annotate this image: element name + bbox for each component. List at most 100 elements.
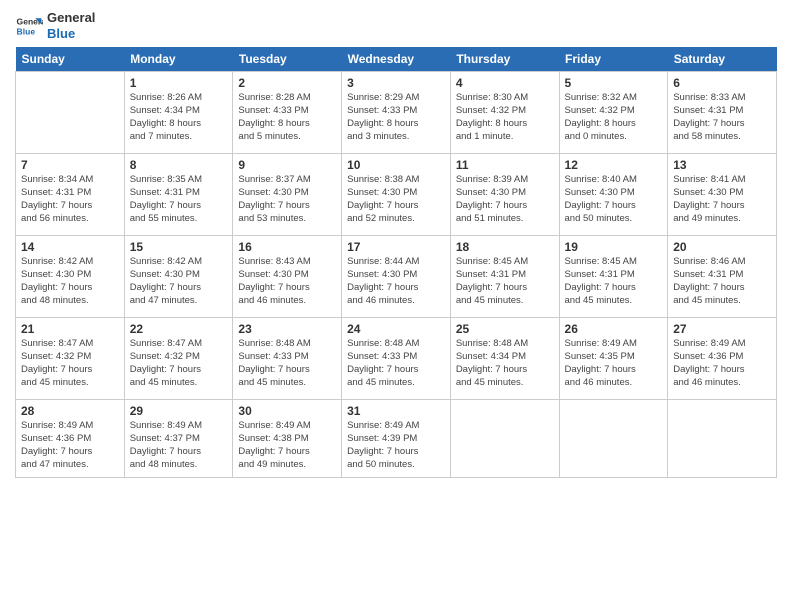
day-number: 23 (238, 322, 336, 336)
page-container: General Blue General Blue SundayMondayTu… (0, 0, 792, 483)
day-number: 9 (238, 158, 336, 172)
logo: General Blue General Blue (15, 10, 95, 41)
day-cell: 17Sunrise: 8:44 AMSunset: 4:30 PMDayligh… (342, 236, 451, 318)
day-number: 11 (456, 158, 554, 172)
day-number: 1 (130, 76, 228, 90)
day-number: 12 (565, 158, 663, 172)
col-header-monday: Monday (124, 47, 233, 72)
day-number: 27 (673, 322, 771, 336)
day-cell: 3 Sunrise: 8:29 AMSunset: 4:33 PMDaylight… (342, 72, 451, 154)
day-info: Sunrise: 8:42 AMSunset: 4:30 PMDaylight:… (130, 256, 228, 307)
header-row: SundayMondayTuesdayWednesdayThursdayFrid… (16, 47, 777, 72)
day-number: 5 (565, 76, 663, 90)
day-info: Sunrise: 8:43 AMSunset: 4:30 PMDaylight:… (238, 256, 336, 307)
day-number: 15 (130, 240, 228, 254)
day-number: 6 (673, 76, 771, 90)
day-number: 29 (130, 404, 228, 418)
day-number: 14 (21, 240, 119, 254)
day-number: 7 (21, 158, 119, 172)
day-number: 31 (347, 404, 445, 418)
day-number: 20 (673, 240, 771, 254)
day-cell: 4 Sunrise: 8:30 AMSunset: 4:32 PMDaylight… (450, 72, 559, 154)
day-cell: 7 Sunrise: 8:34 AMSunset: 4:31 PMDaylight… (16, 154, 125, 236)
day-cell: 9Sunrise: 8:37 AMSunset: 4:30 PMDaylight… (233, 154, 342, 236)
day-info: Sunrise: 8:26 AMSunset: 4:34 PMDaylight:… (130, 92, 228, 143)
day-info: Sunrise: 8:48 AMSunset: 4:34 PMDaylight:… (456, 338, 554, 389)
header: General Blue General Blue (15, 10, 777, 41)
day-info: Sunrise: 8:45 AMSunset: 4:31 PMDaylight:… (456, 256, 554, 307)
week-row-4: 21 Sunrise: 8:47 AMSunset: 4:32 PMDayligh… (16, 318, 777, 400)
day-cell (450, 400, 559, 478)
day-info: Sunrise: 8:48 AMSunset: 4:33 PMDaylight:… (347, 338, 445, 389)
week-row-3: 14 Sunrise: 8:42 AMSunset: 4:30 PMDayligh… (16, 236, 777, 318)
day-number: 28 (21, 404, 119, 418)
day-info: Sunrise: 8:49 AMSunset: 4:38 PMDaylight:… (238, 420, 336, 471)
day-number: 25 (456, 322, 554, 336)
day-cell: 19 Sunrise: 8:45 AMSunset: 4:31 PMDayligh… (559, 236, 668, 318)
day-cell: 11 Sunrise: 8:39 AMSunset: 4:30 PMDayligh… (450, 154, 559, 236)
day-cell (16, 72, 125, 154)
day-cell: 20Sunrise: 8:46 AMSunset: 4:31 PMDayligh… (668, 236, 777, 318)
day-info: Sunrise: 8:49 AMSunset: 4:37 PMDaylight:… (130, 420, 228, 471)
day-info: Sunrise: 8:29 AMSunset: 4:33 PMDaylight:… (347, 92, 445, 143)
day-info: Sunrise: 8:48 AMSunset: 4:33 PMDaylight:… (238, 338, 336, 389)
day-cell: 31 Sunrise: 8:49 AMSunset: 4:39 PMDayligh… (342, 400, 451, 478)
logo-general: General (47, 10, 95, 26)
day-info: Sunrise: 8:34 AMSunset: 4:31 PMDaylight:… (21, 174, 119, 225)
logo-icon: General Blue (15, 12, 43, 40)
day-number: 24 (347, 322, 445, 336)
week-row-5: 28 Sunrise: 8:49 AMSunset: 4:36 PMDayligh… (16, 400, 777, 478)
col-header-friday: Friday (559, 47, 668, 72)
day-info: Sunrise: 8:45 AMSunset: 4:31 PMDaylight:… (565, 256, 663, 307)
day-number: 10 (347, 158, 445, 172)
day-number: 22 (130, 322, 228, 336)
day-info: Sunrise: 8:41 AMSunset: 4:30 PMDaylight:… (673, 174, 771, 225)
day-number: 2 (238, 76, 336, 90)
day-info: Sunrise: 8:49 AMSunset: 4:36 PMDaylight:… (21, 420, 119, 471)
day-cell: 18Sunrise: 8:45 AMSunset: 4:31 PMDayligh… (450, 236, 559, 318)
calendar-table: SundayMondayTuesdayWednesdayThursdayFrid… (15, 47, 777, 478)
day-number: 8 (130, 158, 228, 172)
day-info: Sunrise: 8:42 AMSunset: 4:30 PMDaylight:… (21, 256, 119, 307)
day-number: 3 (347, 76, 445, 90)
day-info: Sunrise: 8:35 AMSunset: 4:31 PMDaylight:… (130, 174, 228, 225)
day-number: 30 (238, 404, 336, 418)
day-info: Sunrise: 8:49 AMSunset: 4:39 PMDaylight:… (347, 420, 445, 471)
day-cell: 16 Sunrise: 8:43 AMSunset: 4:30 PMDayligh… (233, 236, 342, 318)
day-info: Sunrise: 8:44 AMSunset: 4:30 PMDaylight:… (347, 256, 445, 307)
day-cell: 25 Sunrise: 8:48 AMSunset: 4:34 PMDayligh… (450, 318, 559, 400)
col-header-sunday: Sunday (16, 47, 125, 72)
day-info: Sunrise: 8:33 AMSunset: 4:31 PMDaylight:… (673, 92, 771, 143)
day-cell: 10Sunrise: 8:38 AMSunset: 4:30 PMDayligh… (342, 154, 451, 236)
day-cell (668, 400, 777, 478)
day-cell: 29 Sunrise: 8:49 AMSunset: 4:37 PMDayligh… (124, 400, 233, 478)
day-number: 19 (565, 240, 663, 254)
week-row-2: 7 Sunrise: 8:34 AMSunset: 4:31 PMDaylight… (16, 154, 777, 236)
day-info: Sunrise: 8:28 AMSunset: 4:33 PMDaylight:… (238, 92, 336, 143)
day-cell: 30 Sunrise: 8:49 AMSunset: 4:38 PMDayligh… (233, 400, 342, 478)
day-cell: 6 Sunrise: 8:33 AMSunset: 4:31 PMDaylight… (668, 72, 777, 154)
day-number: 16 (238, 240, 336, 254)
day-cell: 8 Sunrise: 8:35 AMSunset: 4:31 PMDaylight… (124, 154, 233, 236)
day-cell: 1 Sunrise: 8:26 AMSunset: 4:34 PMDaylight… (124, 72, 233, 154)
day-cell: 5Sunrise: 8:32 AMSunset: 4:32 PMDaylight… (559, 72, 668, 154)
day-cell: 24 Sunrise: 8:48 AMSunset: 4:33 PMDayligh… (342, 318, 451, 400)
day-number: 21 (21, 322, 119, 336)
day-cell (559, 400, 668, 478)
day-info: Sunrise: 8:30 AMSunset: 4:32 PMDaylight:… (456, 92, 554, 143)
svg-text:Blue: Blue (17, 26, 36, 36)
day-info: Sunrise: 8:39 AMSunset: 4:30 PMDaylight:… (456, 174, 554, 225)
day-number: 13 (673, 158, 771, 172)
day-cell: 28 Sunrise: 8:49 AMSunset: 4:36 PMDayligh… (16, 400, 125, 478)
day-number: 4 (456, 76, 554, 90)
day-cell: 22 Sunrise: 8:47 AMSunset: 4:32 PMDayligh… (124, 318, 233, 400)
col-header-wednesday: Wednesday (342, 47, 451, 72)
day-info: Sunrise: 8:49 AMSunset: 4:35 PMDaylight:… (565, 338, 663, 389)
day-info: Sunrise: 8:49 AMSunset: 4:36 PMDaylight:… (673, 338, 771, 389)
col-header-thursday: Thursday (450, 47, 559, 72)
day-cell: 21Sunrise: 8:47 AMSunset: 4:32 PMDayligh… (16, 318, 125, 400)
day-cell: 12 Sunrise: 8:40 AMSunset: 4:30 PMDayligh… (559, 154, 668, 236)
day-info: Sunrise: 8:40 AMSunset: 4:30 PMDaylight:… (565, 174, 663, 225)
col-header-saturday: Saturday (668, 47, 777, 72)
day-info: Sunrise: 8:47 AMSunset: 4:32 PMDaylight:… (130, 338, 228, 389)
